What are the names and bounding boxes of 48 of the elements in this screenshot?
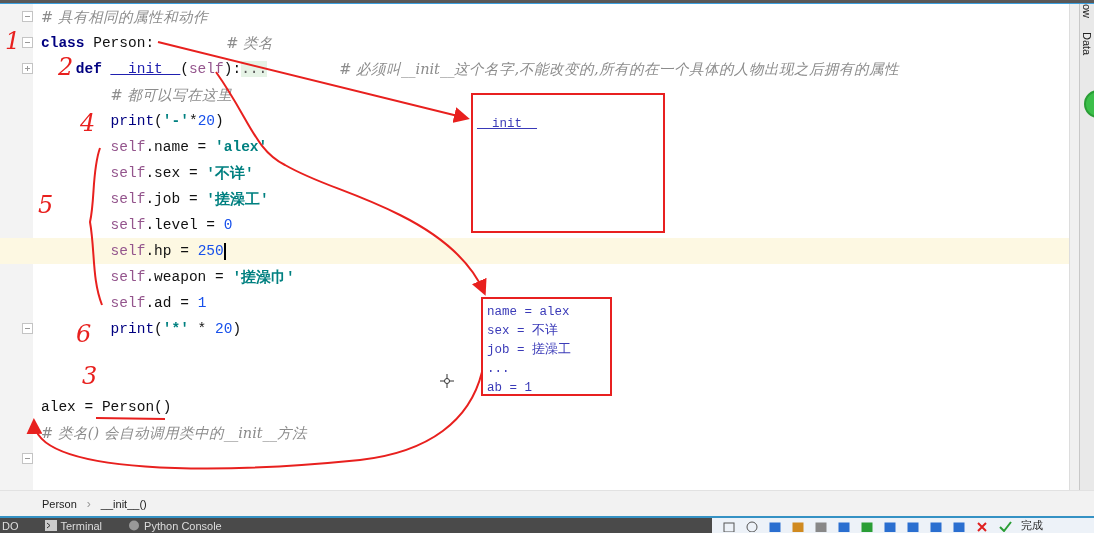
breadcrumb-separator: › <box>86 496 91 511</box>
annotation-text: sex = 不详 <box>487 322 558 340</box>
annotation-number: 5 <box>38 193 54 217</box>
fold-icon[interactable] <box>22 37 33 48</box>
annotation-text: __init__ <box>477 116 537 133</box>
python-icon <box>128 520 141 531</box>
breadcrumb-item[interactable]: Person <box>42 497 77 510</box>
code-editor[interactable] <box>0 4 1069 490</box>
annotation-number: 1 <box>5 29 21 53</box>
code-line: self.ad = 1 <box>110 295 207 311</box>
terminal-icon <box>44 520 57 531</box>
crosshair-cursor-icon <box>439 373 455 389</box>
code-line: self.hp = 250 <box>110 242 226 260</box>
fold-icon[interactable] <box>22 11 33 22</box>
tool-window-label[interactable]: ow <box>1081 4 1093 19</box>
annotation-text: name = alex <box>487 304 570 321</box>
expand-icon[interactable] <box>22 63 33 74</box>
code-line: class Person: # 类名 <box>41 33 273 53</box>
code-line: print('*' * 20) <box>110 321 242 337</box>
done-button[interactable]: 完成 <box>1021 518 1043 533</box>
code-line: self.sex = '不详' <box>110 164 254 183</box>
close-icon[interactable] <box>975 519 989 532</box>
code-line: self.job = '搓澡工' <box>110 190 269 209</box>
breadcrumb-item[interactable]: __init__() <box>100 497 147 510</box>
annotation-number: 4 <box>80 111 96 135</box>
annotation-text: ... <box>487 361 510 378</box>
code-line: # 类名() 会自动调用类中的__init__方法 <box>41 423 308 443</box>
annotation-number: 3 <box>82 364 98 388</box>
annotation-underline <box>95 417 166 420</box>
code-line: alex = Person() <box>41 399 172 415</box>
check-icon[interactable] <box>998 519 1012 532</box>
annotation-text: job = 搓澡工 <box>487 341 571 359</box>
code-line: self.name = 'alex' <box>110 139 268 155</box>
tool-tab[interactable]: Terminal <box>42 519 113 532</box>
code-line: print('-'*20) <box>110 113 224 129</box>
tool-window-label[interactable]: Data <box>1081 32 1093 56</box>
annotation-number: 6 <box>76 322 92 346</box>
code-line: # 具有相同的属性和动作 <box>41 7 208 27</box>
tool-tab[interactable]: Python Console <box>126 519 232 532</box>
fold-icon[interactable] <box>22 323 33 334</box>
code-line: def __init__(self):... # 必须叫__init__这个名字,不能改变的,所有的在一个具体的人物出现之后拥有的属性 <box>75 59 899 79</box>
tool-tab[interactable]: DO <box>0 519 29 532</box>
code-line: self.weapon = '搓澡巾' <box>110 268 295 287</box>
annotation-text: ab = 1 <box>487 380 532 397</box>
code-line: self.level = 0 <box>110 217 233 233</box>
fold-icon[interactable] <box>22 453 33 464</box>
scrollbar[interactable] <box>1069 4 1079 490</box>
annotation-number: 2 <box>58 55 74 79</box>
